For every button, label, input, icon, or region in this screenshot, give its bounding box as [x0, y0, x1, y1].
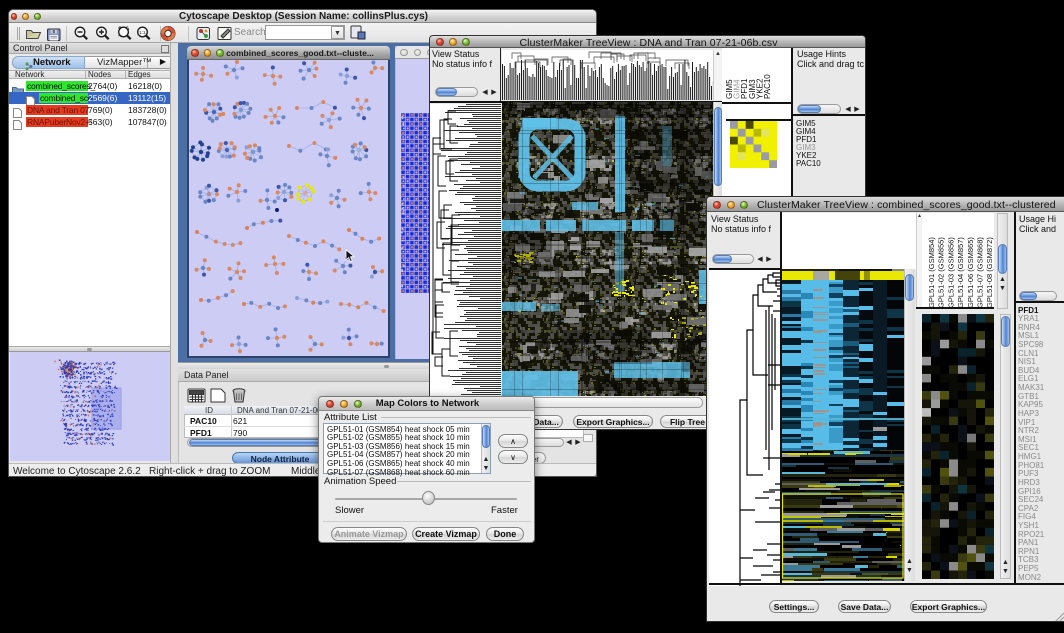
- svg-text:PAC10: PAC10: [763, 74, 772, 99]
- svg-text:1:1: 1:1: [139, 30, 146, 35]
- svg-text:GPL51-01 (GSM854): GPL51-01 (GSM854): [927, 237, 936, 308]
- svg-text:GPL51-04 (GSM857): GPL51-04 (GSM857): [956, 237, 965, 308]
- svg-text:GPL51-06 (GSM865): GPL51-06 (GSM865): [966, 237, 975, 308]
- svg-text:GPL51-08 (GSM872): GPL51-08 (GSM872): [985, 237, 994, 308]
- svg-text:GPL51-03 (GSM856): GPL51-03 (GSM856): [946, 237, 955, 308]
- svg-text:GPL51-02 (GSM855): GPL51-02 (GSM855): [937, 237, 946, 308]
- svg-text:GPL51-07 (GSM868): GPL51-07 (GSM868): [976, 237, 985, 308]
